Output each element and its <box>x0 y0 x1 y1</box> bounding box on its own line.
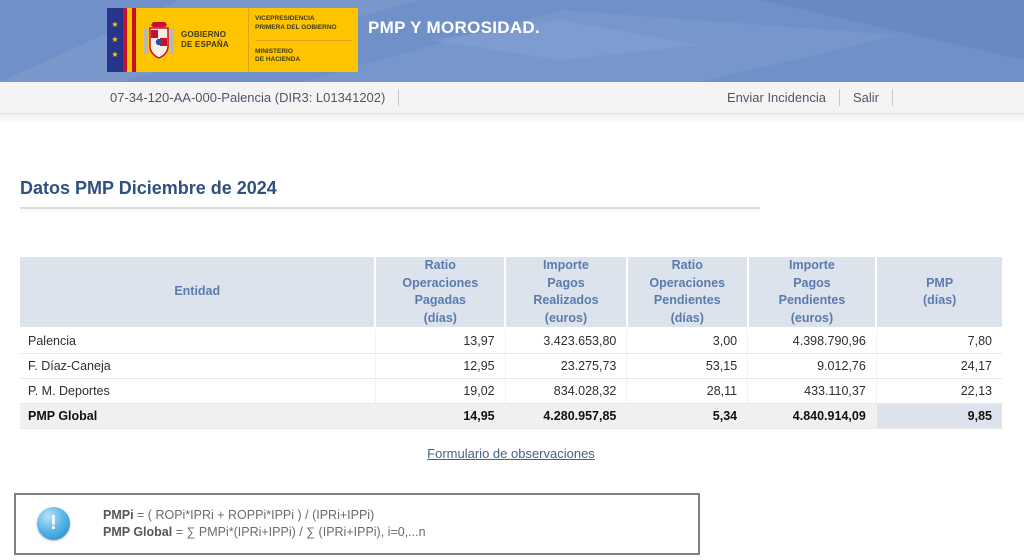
eu-stars-band: ★ ★ ★ <box>107 8 123 72</box>
toolbar-divider <box>398 89 400 106</box>
cell-importe-pendientes: 9.012,76 <box>747 353 877 379</box>
cell-importe-pendientes-total: 4.840.914,09 <box>747 402 877 429</box>
column-header-ratio-operaciones-pagadas: Ratio Operaciones Pagadas (días) <box>375 257 507 329</box>
gobierno-espana-label: GOBIERNO DE ESPAÑA <box>181 30 229 49</box>
formula-definition: = ∑ PMPi*(IPRi+IPPi) / ∑ (IPRi+IPPi), i=… <box>172 524 426 539</box>
cell-pmp: 24,17 <box>876 353 1002 379</box>
column-header-importe-pagos-realizados: Importe Pagos Realizados (euros) <box>505 257 628 329</box>
app-title: PMP Y MOROSIDAD. <box>368 18 541 37</box>
logo-department-block: VICEPRESIDENCIA PRIMERA DEL GOBIERNO MIN… <box>248 8 358 72</box>
logo-main-block: GOBIERNO DE ESPAÑA <box>136 8 248 72</box>
eu-star-icon: ★ <box>111 20 119 29</box>
page-title: Datos PMP Diciembre de 2024 <box>20 178 277 198</box>
column-header-importe-pagos-pendientes: Importe Pagos Pendientes (euros) <box>747 257 878 329</box>
cell-entidad: Palencia <box>20 328 376 354</box>
cell-importe-realizados-total: 4.280.957,85 <box>505 402 628 429</box>
ministerio-hacienda-label: MINISTERIO DE HACIENDA <box>255 47 301 64</box>
enviar-incidencia-link[interactable]: Enviar Incidencia <box>727 90 826 105</box>
toolbar: 07-34-120-AA-000-Palencia (DIR3: L013412… <box>0 82 1024 114</box>
cell-ratio-pagadas: 13,97 <box>375 328 506 354</box>
gobierno-espana-logo: ★ ★ ★ GOBIERNO DE ESPAÑA VICEPRESIDENCIA… <box>107 8 358 72</box>
formula-line-pmpi: PMPi = ( ROPi*IPRi + ROPPi*IPPi ) / (IPR… <box>103 507 426 523</box>
eu-star-icon: ★ <box>111 50 119 59</box>
formula-definition: = ( ROPi*IPRi + ROPPi*IPPi ) / (IPRi+IPP… <box>133 508 375 523</box>
spain-coat-of-arms-icon <box>144 22 174 59</box>
column-header-pmp-dias: PMP (días) <box>876 257 1002 329</box>
cell-ratio-pendientes-total: 5,34 <box>626 402 749 429</box>
salir-link[interactable]: Salir <box>853 90 879 105</box>
table-row: F. Díaz-Caneja 12,95 23.275,73 53,15 9.0… <box>20 353 1002 379</box>
toolbar-shadow <box>0 114 1024 126</box>
table-total-row: PMP Global 14,95 4.280.957,85 5,34 4.840… <box>20 402 1002 429</box>
spain-flag-stripes <box>123 8 136 72</box>
cell-ratio-pendientes: 3,00 <box>626 328 749 354</box>
cell-ratio-pagadas: 19,02 <box>375 378 506 404</box>
column-header-entidad: Entidad <box>20 257 377 329</box>
cell-ratio-pagadas: 12,95 <box>375 353 506 379</box>
toolbar-divider <box>892 89 893 106</box>
cell-ratio-pendientes: 53,15 <box>626 353 749 379</box>
observations-link-row: Formulario de observaciones <box>20 445 1002 463</box>
entity-code-label: 07-34-120-AA-000-Palencia (DIR3: L013412… <box>110 90 386 105</box>
cell-entidad-total: PMP Global <box>20 402 376 429</box>
formula-text: PMPi = ( ROPi*IPRi + ROPPi*IPPi ) / (IPR… <box>103 507 426 540</box>
pmp-data-table: Entidad Ratio Operaciones Pagadas (días)… <box>20 257 1002 429</box>
toolbar-divider <box>838 89 840 106</box>
table-row: Palencia 13,97 3.423.653,80 3,00 4.398.7… <box>20 328 1002 354</box>
table-row: P. M. Deportes 19,02 834.028,32 28,11 43… <box>20 378 1002 404</box>
formula-line-pmp-global: PMP Global = ∑ PMPi*(IPRi+IPPi) / ∑ (IPR… <box>103 524 426 540</box>
column-header-ratio-operaciones-pendientes: Ratio Operaciones Pendientes (días) <box>626 257 749 329</box>
cell-pmp: 7,80 <box>876 328 1002 354</box>
cell-importe-realizados: 3.423.653,80 <box>505 328 628 354</box>
cell-importe-realizados: 834.028,32 <box>505 378 628 404</box>
cell-pmp-total: 9,85 <box>876 402 1002 429</box>
eu-star-icon: ★ <box>111 35 119 44</box>
cell-ratio-pagadas-total: 14,95 <box>375 402 506 429</box>
info-icon: ! <box>37 507 70 540</box>
cell-importe-realizados: 23.275,73 <box>505 353 628 379</box>
vicepresidencia-label: VICEPRESIDENCIA PRIMERA DEL GOBIERNO <box>255 15 352 41</box>
formula-info-box: ! PMPi = ( ROPi*IPRi + ROPPi*IPPi ) / (I… <box>14 492 700 555</box>
app-header: ★ ★ ★ GOBIERNO DE ESPAÑA VICEPRESIDENCIA… <box>0 0 1024 82</box>
formulario-observaciones-link[interactable]: Formulario de observaciones <box>427 446 595 461</box>
pmp-table-container: Entidad Ratio Operaciones Pagadas (días)… <box>20 257 1002 429</box>
formula-term: PMP Global <box>103 524 173 539</box>
cell-pmp: 22,13 <box>876 378 1002 404</box>
cell-importe-pendientes: 433.110,37 <box>747 378 877 404</box>
table-header-row: Entidad Ratio Operaciones Pagadas (días)… <box>20 257 1002 329</box>
toolbar-links: Enviar Incidencia Salir <box>727 89 906 106</box>
formula-term: PMPi <box>103 508 134 523</box>
cell-entidad: F. Díaz-Caneja <box>20 353 376 379</box>
title-divider <box>20 207 760 215</box>
cell-ratio-pendientes: 28,11 <box>626 378 749 404</box>
cell-importe-pendientes: 4.398.790,96 <box>747 328 877 354</box>
cell-entidad: P. M. Deportes <box>20 378 376 404</box>
